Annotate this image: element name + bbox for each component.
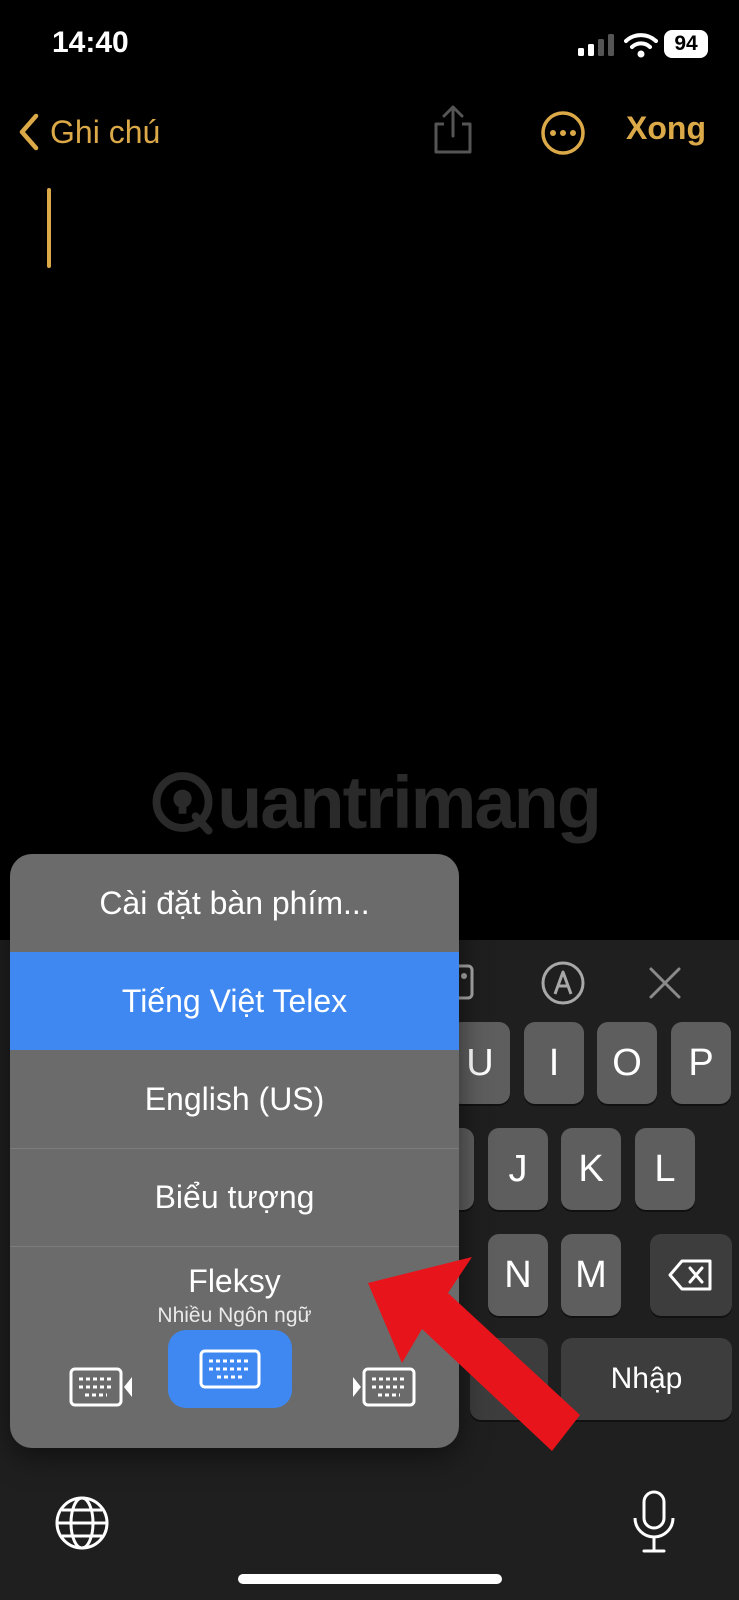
key-o[interactable]: O xyxy=(597,1022,657,1104)
wifi-icon xyxy=(624,33,658,58)
menu-item-symbols[interactable]: Biểu tượng xyxy=(10,1148,459,1246)
cellular-signal-icon xyxy=(578,34,614,56)
key-j[interactable]: J xyxy=(488,1128,548,1210)
key-k[interactable]: K xyxy=(561,1128,621,1210)
battery-indicator: 94 xyxy=(664,30,708,58)
back-button-label: Ghi chú xyxy=(50,113,161,150)
annotation-arrow-icon xyxy=(368,1257,580,1451)
text-cursor xyxy=(47,188,51,268)
menu-item-fleksy-label: Fleksy xyxy=(188,1262,281,1299)
share-icon[interactable] xyxy=(430,104,476,156)
keyboard-left-mode[interactable] xyxy=(40,1348,164,1426)
watermark-text: uantrimang xyxy=(217,760,602,844)
backspace-icon xyxy=(668,1259,712,1291)
keyboard-icon xyxy=(199,1349,261,1389)
done-button[interactable]: Xong xyxy=(626,110,706,147)
menu-item-english[interactable]: English (US) xyxy=(10,1050,459,1148)
microphone-icon[interactable] xyxy=(630,1490,678,1554)
key-u[interactable]: U xyxy=(450,1022,510,1104)
chevron-left-icon xyxy=(19,113,39,151)
keyboard-settings-item[interactable]: Cài đặt bàn phím... xyxy=(10,854,459,952)
globe-icon[interactable] xyxy=(54,1495,110,1551)
key-p[interactable]: P xyxy=(671,1022,731,1104)
keyboard-left-icon xyxy=(69,1367,132,1407)
status-time: 14:40 xyxy=(52,26,129,59)
delete-key[interactable] xyxy=(650,1234,732,1316)
home-indicator[interactable] xyxy=(238,1574,502,1584)
more-options-icon[interactable] xyxy=(540,110,586,156)
back-button[interactable]: Ghi chú xyxy=(18,110,160,154)
watermark: uantrimang xyxy=(150,752,602,852)
key-l[interactable]: L xyxy=(635,1128,695,1210)
close-toolbar-icon[interactable] xyxy=(648,966,682,1000)
markup-pen-icon[interactable] xyxy=(540,960,586,1006)
menu-item-fleksy-sublabel: Nhiều Ngôn ngữ xyxy=(157,1303,312,1327)
watermark-logo-icon xyxy=(152,772,213,835)
menu-item-vietnamese-telex[interactable]: Tiếng Việt Telex xyxy=(10,952,459,1050)
key-i[interactable]: I xyxy=(524,1022,584,1104)
keyboard-center-mode[interactable] xyxy=(168,1330,292,1408)
